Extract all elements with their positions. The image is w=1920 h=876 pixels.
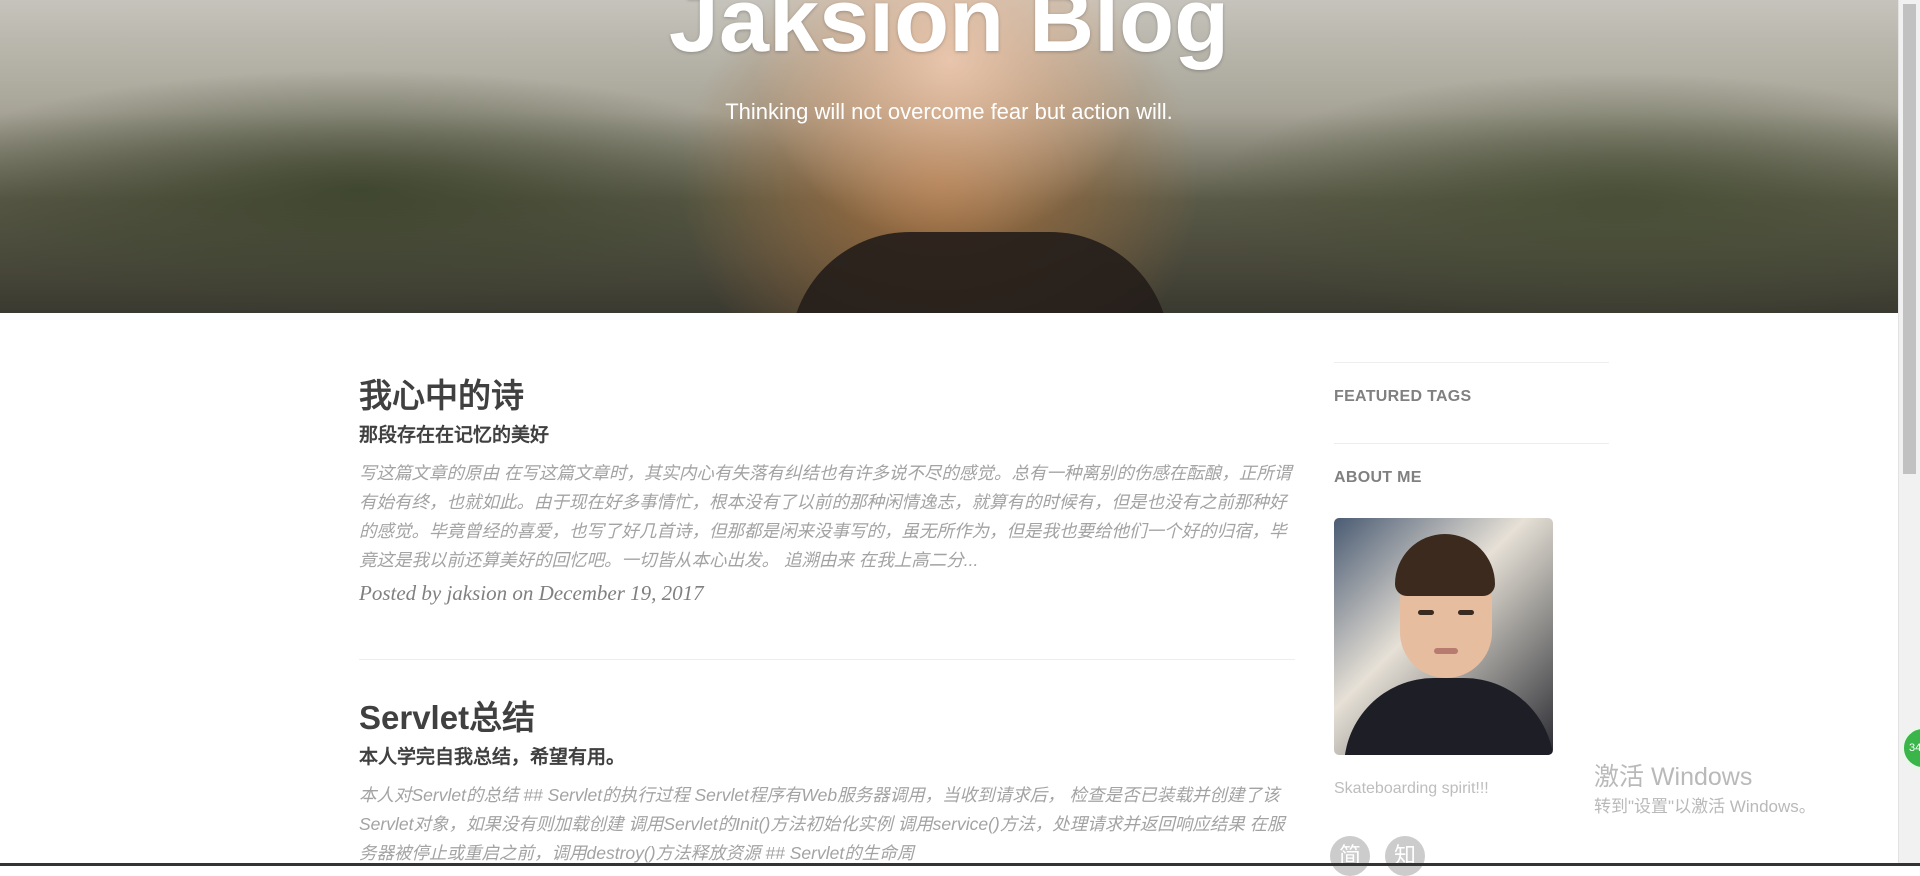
sidebar: FEATURED TAGS ABOUT ME Skateboarding spi… [1330, 362, 1609, 876]
post-title-link[interactable]: 我心中的诗 [359, 374, 1295, 418]
excerpt-line: 写这篇文章的原由 在写这篇文章时，其实内心有失落有纠结也有许多说不尽的感觉。总有… [359, 463, 1292, 483]
excerpt-line: 本人对Servlet的总结 ## Servlet的执行过程 Servlet程序有… [359, 785, 1280, 805]
post-meta: Posted by jaksion on December 19, 2017 [359, 581, 704, 605]
activate-windows-title: 激活 Windows [1594, 763, 1753, 791]
post-divider [359, 659, 1295, 660]
sidebar-divider [1334, 362, 1609, 363]
about-me-heading: ABOUT ME [1334, 469, 1422, 486]
sidebar-divider [1334, 443, 1609, 444]
post-preview[interactable]: Servlet总结 本人学完自我总结，希望有用。 本人对Servlet的总结 #… [359, 696, 1295, 868]
avatar [1334, 518, 1553, 755]
excerpt-line: 有始有终，也就如此。由于现在好多事情忙，根本没有了以前的那种闲情逸志，就算有的时… [359, 492, 1287, 512]
site-subtitle: Thinking will not overcome fear but acti… [725, 99, 1173, 124]
excerpt-line: Servlet对象，如果没有则加载创建 调用Servlet的Init()方法初始… [359, 814, 1285, 834]
post-excerpt[interactable]: 本人对Servlet的总结 ## Servlet的执行过程 Servlet程序有… [359, 781, 1295, 868]
post-title-link[interactable]: Servlet总结 [359, 696, 1295, 740]
scrollbar-thumb[interactable] [1903, 4, 1916, 474]
header-background-image [790, 232, 1170, 313]
excerpt-line: 竟这是我以前还算美好的回忆吧。一切皆从本心出发。 追溯由来 在我上高二分... [359, 550, 979, 570]
post-subtitle[interactable]: 本人学完自我总结，希望有用。 [359, 744, 1295, 772]
excerpt-line: 的感觉。毕竟曾经的喜爱，也写了好几首诗，但那都是闲来没事写的，虽无所作为，但是我… [359, 521, 1287, 541]
post-subtitle[interactable]: 那段存在在记忆的美好 [359, 422, 1295, 450]
post-preview[interactable]: 我心中的诗 那段存在在记忆的美好 写这篇文章的原由 在写这篇文章时，其实内心有失… [359, 374, 1295, 608]
activate-windows-hint: 转到"设置"以激活 Windows。 [1594, 797, 1816, 816]
jianshu-icon[interactable]: 简 [1330, 836, 1370, 876]
site-title: Jaksion Blog [668, 0, 1230, 71]
about-me-bio: Skateboarding spirit!!! [1334, 780, 1489, 797]
zhihu-icon[interactable]: 知 [1385, 836, 1425, 876]
blog-header: Jaksion Blog Thinking will not overcome … [0, 0, 1898, 313]
post-excerpt[interactable]: 写这篇文章的原由 在写这篇文章时，其实内心有失落有纠结也有许多说不尽的感觉。总有… [359, 459, 1295, 575]
featured-tags-heading: FEATURED TAGS [1334, 388, 1472, 405]
